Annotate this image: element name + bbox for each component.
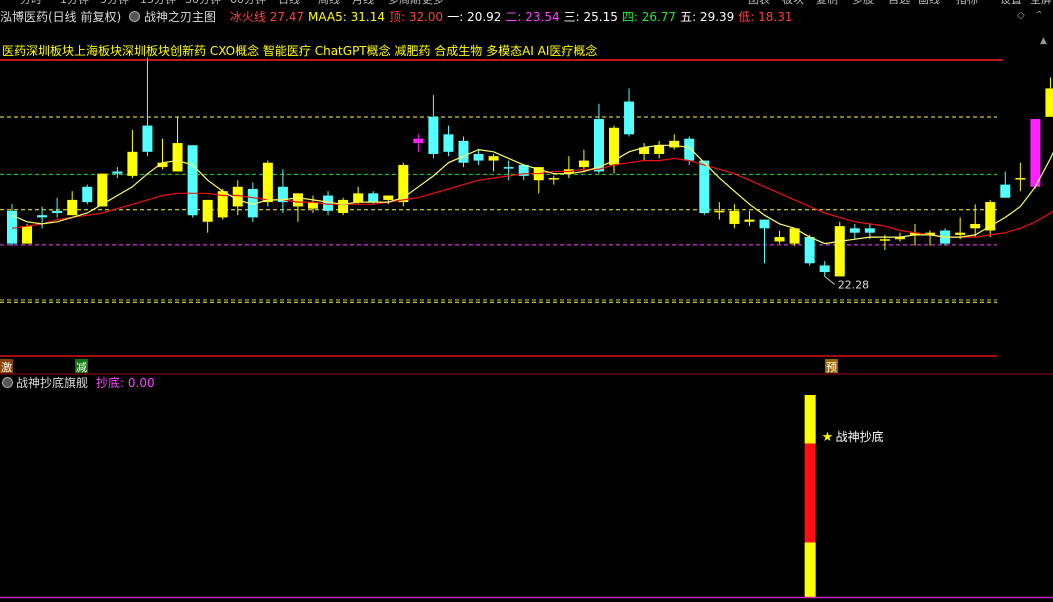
candle-body xyxy=(819,265,830,273)
star-icon: ★ xyxy=(822,430,834,445)
candle-body xyxy=(714,210,725,213)
candle-body xyxy=(473,153,484,161)
low-pointer xyxy=(824,276,836,285)
candle-body xyxy=(353,193,364,203)
candle-body xyxy=(383,195,394,200)
candle-body xyxy=(398,164,409,203)
candle-body xyxy=(232,186,243,207)
candle-body xyxy=(609,127,619,165)
ma-line xyxy=(11,144,1053,245)
candle-body xyxy=(262,162,273,203)
candle-body xyxy=(458,140,469,163)
candle-body xyxy=(804,237,815,264)
signal-bar-segment xyxy=(804,443,816,543)
candle-body xyxy=(142,125,153,152)
candle-body xyxy=(338,199,349,214)
candle-body xyxy=(368,193,379,203)
low-label: 22.28 xyxy=(838,278,870,291)
candle-body xyxy=(1000,184,1011,198)
candle-body xyxy=(503,167,514,169)
candle-body xyxy=(413,138,424,144)
candle-body xyxy=(97,173,108,207)
signal-mark-ji: 激 xyxy=(1,360,12,374)
signal-mark-yu: 预 xyxy=(826,361,837,374)
trend-line xyxy=(11,157,1053,238)
candle-body xyxy=(624,101,635,135)
candle-body xyxy=(22,226,33,244)
candle-body xyxy=(548,178,559,180)
signal-bar-segment xyxy=(804,395,816,444)
candle-body xyxy=(488,156,499,161)
candle-body xyxy=(879,239,890,241)
chart-canvas: 33.5422.28激减预★战神抄底 xyxy=(0,57,1053,599)
candle-body xyxy=(834,226,845,277)
candle-body xyxy=(970,223,981,229)
candle-body xyxy=(759,219,770,229)
candle-body xyxy=(955,232,966,235)
candle-body xyxy=(82,186,93,203)
candle-body xyxy=(578,160,589,168)
candle-body xyxy=(593,119,604,172)
signal-mark-jian: 减 xyxy=(76,361,87,374)
candle-body xyxy=(729,210,740,224)
signal-bar-segment xyxy=(804,542,816,597)
candle-body xyxy=(112,171,123,174)
candle-body xyxy=(849,228,860,233)
candle-body xyxy=(864,228,875,233)
candle-body xyxy=(127,151,138,176)
candle-body xyxy=(669,140,680,148)
candle-body xyxy=(37,215,48,218)
signal-label: 战神抄底 xyxy=(836,429,884,444)
candle-body xyxy=(52,210,63,214)
candle-body xyxy=(67,199,78,216)
candle-body xyxy=(202,199,213,222)
candle-body xyxy=(443,134,454,152)
candle-body xyxy=(428,116,439,154)
candle-body xyxy=(774,237,785,242)
candle-body xyxy=(1015,178,1026,180)
candle-body xyxy=(684,138,695,161)
candle-body xyxy=(292,193,303,207)
candle-body xyxy=(187,145,198,216)
candle-body xyxy=(744,219,755,222)
candle-body xyxy=(699,160,710,214)
candle-body xyxy=(1045,88,1053,117)
candle-body xyxy=(654,145,665,154)
candle-body xyxy=(172,143,183,172)
candle-body xyxy=(1030,119,1041,187)
